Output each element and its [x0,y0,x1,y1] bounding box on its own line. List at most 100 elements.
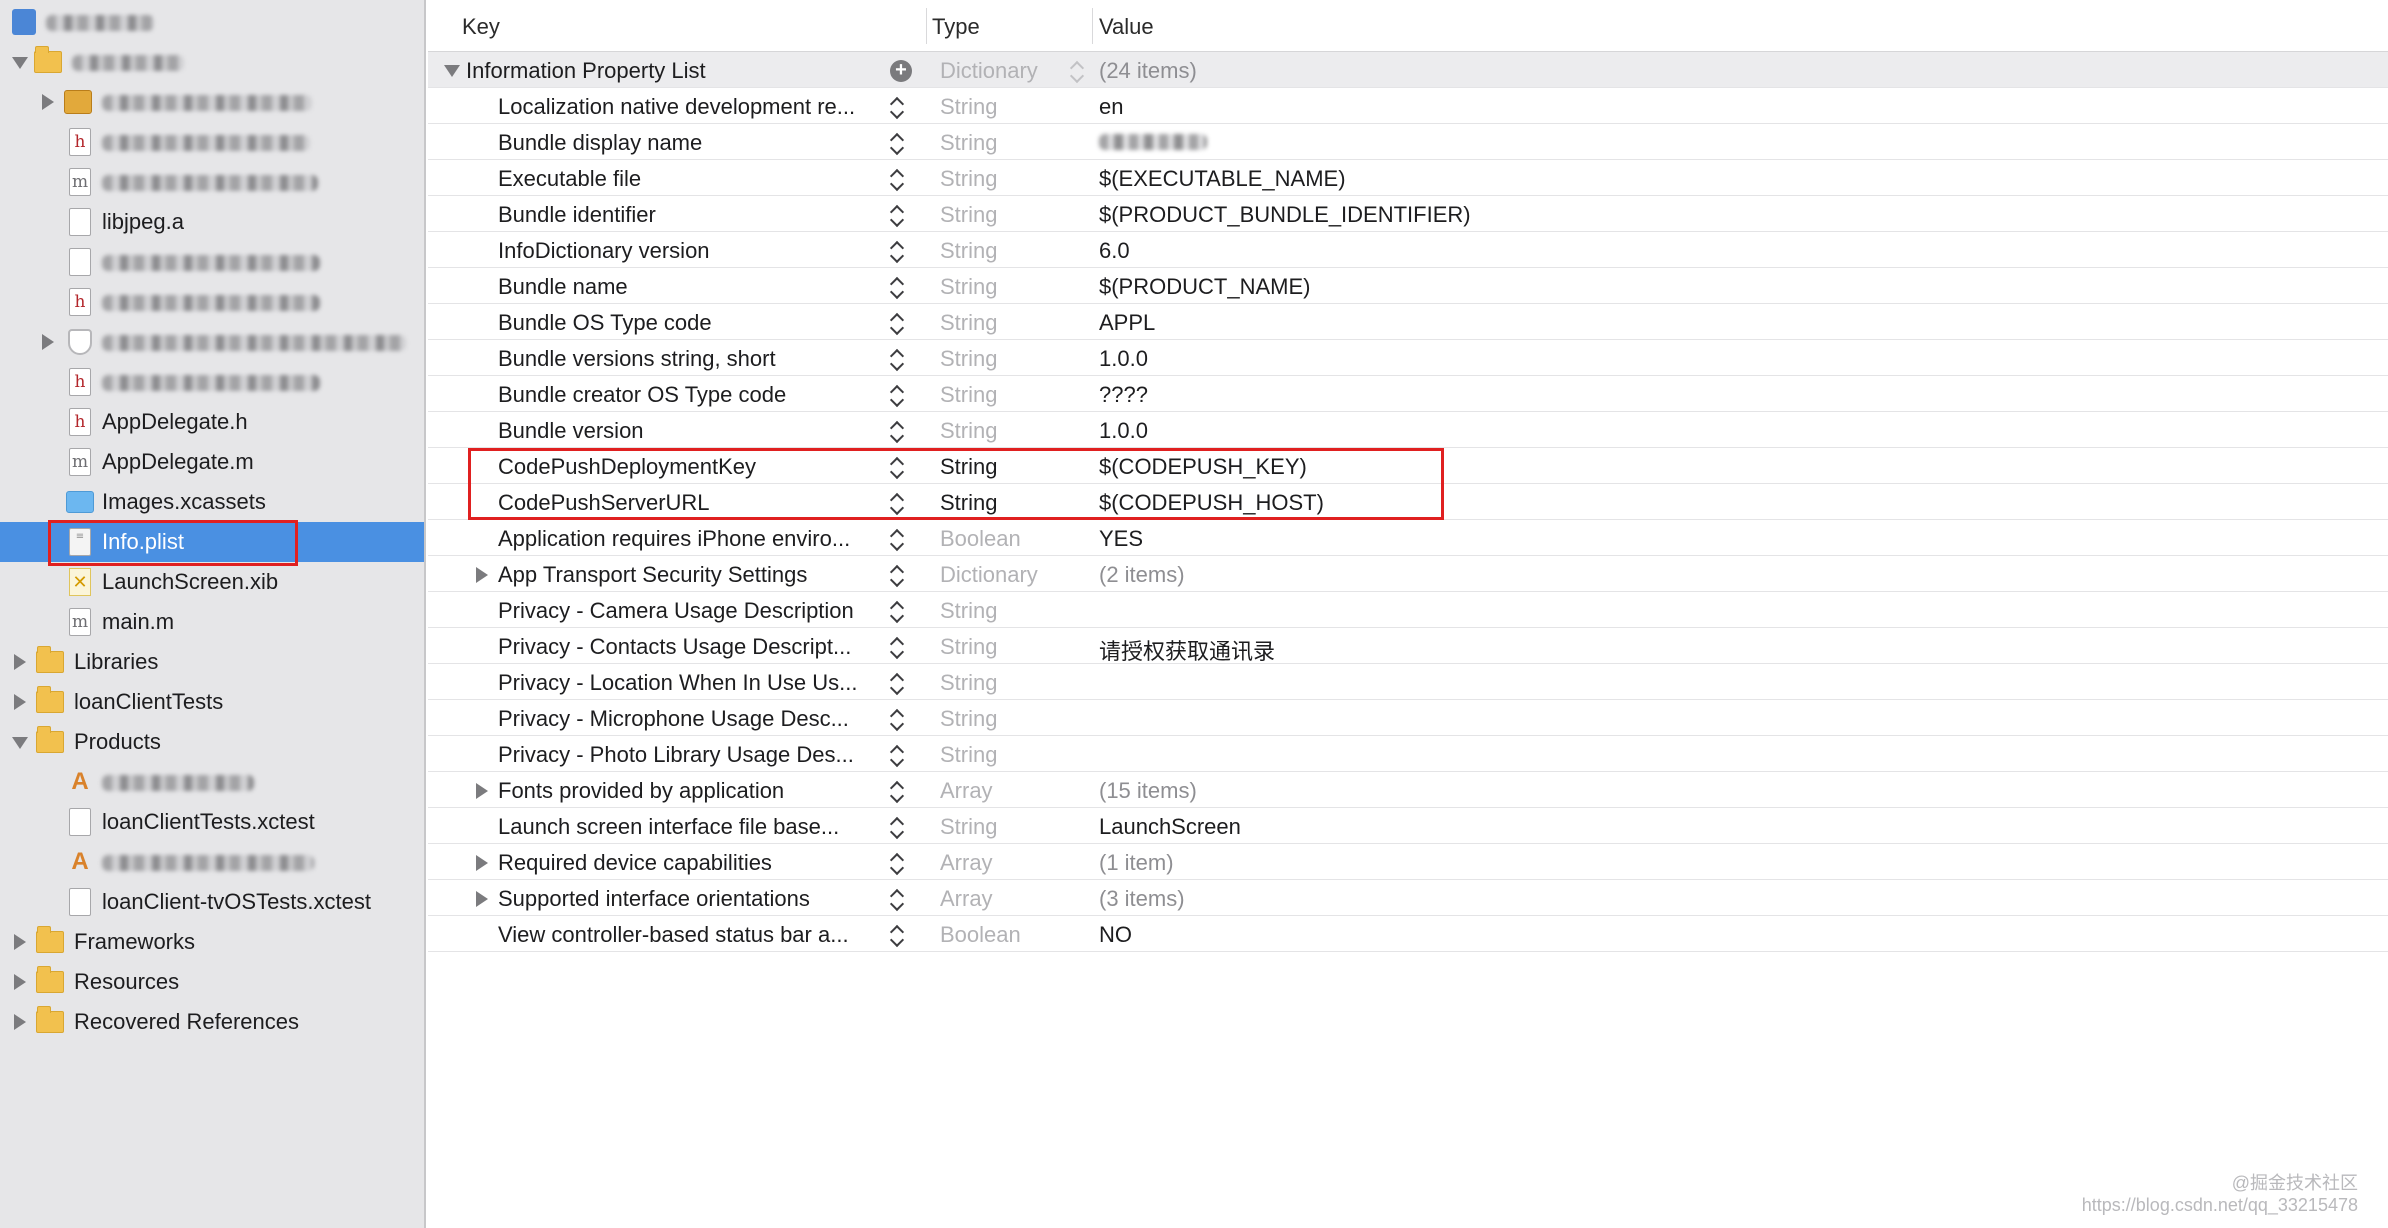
nav-item-appdelegate-m[interactable]: m AppDelegate.m [0,442,424,482]
row-key[interactable]: Fonts provided by application [498,778,882,804]
column-header-type[interactable]: Type [932,14,980,40]
row-value[interactable]: ???? [1099,382,1148,408]
disclosure-closed-icon[interactable] [14,654,26,670]
plist-row-codepush-url[interactable]: CodePushServerURL String $(CODEPUSH_HOST… [428,484,2388,520]
plist-row[interactable]: Fonts provided by application Array (15 … [428,772,2388,808]
row-key[interactable]: Supported interface orientations [498,886,882,912]
plist-row[interactable]: InfoDictionary version String 6.0 [428,232,2388,268]
row-type[interactable]: String [940,670,997,696]
nav-item-launchscreen-xib[interactable]: ✕ LaunchScreen.xib [0,562,424,602]
disclosure-closed-icon[interactable] [476,567,488,583]
type-stepper-icon[interactable] [1070,61,1084,81]
row-key[interactable]: Bundle display name [498,130,882,156]
disclosure-closed-icon[interactable] [42,94,54,110]
nav-item-resources[interactable]: Resources [0,962,424,1002]
disclosure-closed-icon[interactable] [14,974,26,990]
plist-row[interactable]: Bundle OS Type code String APPL [428,304,2388,340]
row-value[interactable]: YES [1099,526,1143,552]
key-stepper-icon[interactable] [890,133,904,153]
plist-row[interactable]: Privacy - Photo Library Usage Des... Str… [428,736,2388,772]
row-key[interactable]: Privacy - Location When In Use Us... [498,670,882,696]
nav-item-libraries[interactable]: Libraries [0,642,424,682]
row-value[interactable]: LaunchScreen [1099,814,1241,840]
nav-item-product-app[interactable]: A [0,842,424,882]
row-type[interactable]: String [940,346,997,372]
disclosure-closed-icon[interactable] [42,334,54,350]
row-type[interactable]: Array [940,886,993,912]
column-divider[interactable] [1092,8,1093,44]
row-value[interactable]: 1.0.0 [1099,346,1148,372]
nav-item-file[interactable] [0,322,424,362]
key-stepper-icon[interactable] [890,709,904,729]
nav-item-appdelegate-h[interactable]: h AppDelegate.h [0,402,424,442]
key-stepper-icon[interactable] [890,421,904,441]
row-type[interactable]: Array [940,850,993,876]
row-value[interactable]: $(CODEPUSH_KEY) [1099,454,1307,480]
key-stepper-icon[interactable] [890,457,904,477]
plist-row-codepush-key[interactable]: CodePushDeploymentKey String $(CODEPUSH_… [428,448,2388,484]
disclosure-open-icon[interactable] [12,57,28,69]
disclosure-open-icon[interactable] [12,737,28,749]
add-item-icon[interactable]: + [890,60,912,82]
key-stepper-icon[interactable] [890,565,904,585]
row-key[interactable]: Bundle name [498,274,882,300]
disclosure-closed-icon[interactable] [476,783,488,799]
plist-row[interactable]: Privacy - Microphone Usage Desc... Strin… [428,700,2388,736]
nav-item-project[interactable] [0,2,424,42]
row-key[interactable]: Localization native development re... [498,94,882,120]
nav-item-frameworks[interactable]: Frameworks [0,922,424,962]
nav-item-product-app[interactable]: A [0,762,424,802]
plist-row[interactable]: Privacy - Location When In Use Us... Str… [428,664,2388,700]
key-stepper-icon[interactable] [890,349,904,369]
column-divider[interactable] [926,8,927,44]
column-header-key[interactable]: Key [462,14,500,40]
plist-row[interactable]: Privacy - Camera Usage Description Strin… [428,592,2388,628]
plist-row[interactable]: Bundle identifier String $(PRODUCT_BUNDL… [428,196,2388,232]
row-key[interactable]: Launch screen interface file base... [498,814,882,840]
row-type[interactable]: Dictionary [940,562,1038,588]
row-key[interactable]: App Transport Security Settings [498,562,882,588]
row-value[interactable]: NO [1099,922,1132,948]
row-value[interactable]: $(CODEPUSH_HOST) [1099,490,1324,516]
row-key[interactable]: Required device capabilities [498,850,882,876]
key-stepper-icon[interactable] [890,673,904,693]
row-key[interactable]: Privacy - Camera Usage Description [498,598,882,624]
nav-item-file[interactable]: h [0,362,424,402]
disclosure-open-icon[interactable] [444,65,460,77]
row-type[interactable]: String [940,310,997,336]
plist-row[interactable]: Bundle display name String [428,124,2388,160]
nav-item-loanclienttests[interactable]: loanClientTests [0,682,424,722]
nav-item-bundle[interactable] [0,82,424,122]
key-stepper-icon[interactable] [890,817,904,837]
key-stepper-icon[interactable] [890,925,904,945]
row-type[interactable]: Array [940,778,993,804]
key-stepper-icon[interactable] [890,745,904,765]
plist-row[interactable]: Bundle versions string, short String 1.0… [428,340,2388,376]
row-value[interactable]: 1.0.0 [1099,418,1148,444]
row-value[interactable]: $(PRODUCT_NAME) [1099,274,1310,300]
row-key[interactable]: View controller-based status bar a... [498,922,882,948]
row-type[interactable]: String [940,94,997,120]
plist-row[interactable]: Supported interface orientations Array (… [428,880,2388,916]
row-key[interactable]: Bundle creator OS Type code [498,382,882,408]
plist-row[interactable]: Bundle name String $(PRODUCT_NAME) [428,268,2388,304]
nav-item-loanclienttests-xctest[interactable]: loanClientTests.xctest [0,802,424,842]
plist-row[interactable]: Application requires iPhone enviro... Bo… [428,520,2388,556]
row-key[interactable]: CodePushServerURL [498,490,882,516]
plist-root-row[interactable]: Information Property List + Dictionary (… [428,52,2388,88]
row-key[interactable]: CodePushDeploymentKey [498,454,882,480]
key-stepper-icon[interactable] [890,529,904,549]
plist-row[interactable]: Privacy - Contacts Usage Descript... Str… [428,628,2388,664]
row-type[interactable]: Boolean [940,922,1021,948]
row-type[interactable]: String [940,598,997,624]
column-header-value[interactable]: Value [1099,14,1154,40]
nav-item-libjpeg[interactable]: libjpeg.a [0,202,424,242]
key-stepper-icon[interactable] [890,205,904,225]
key-stepper-icon[interactable] [890,169,904,189]
row-type[interactable]: String [940,202,997,228]
nav-item-images-xcassets[interactable]: Images.xcassets [0,482,424,522]
key-stepper-icon[interactable] [890,277,904,297]
key-stepper-icon[interactable] [890,889,904,909]
row-type[interactable]: String [940,814,997,840]
row-key[interactable]: Bundle version [498,418,882,444]
